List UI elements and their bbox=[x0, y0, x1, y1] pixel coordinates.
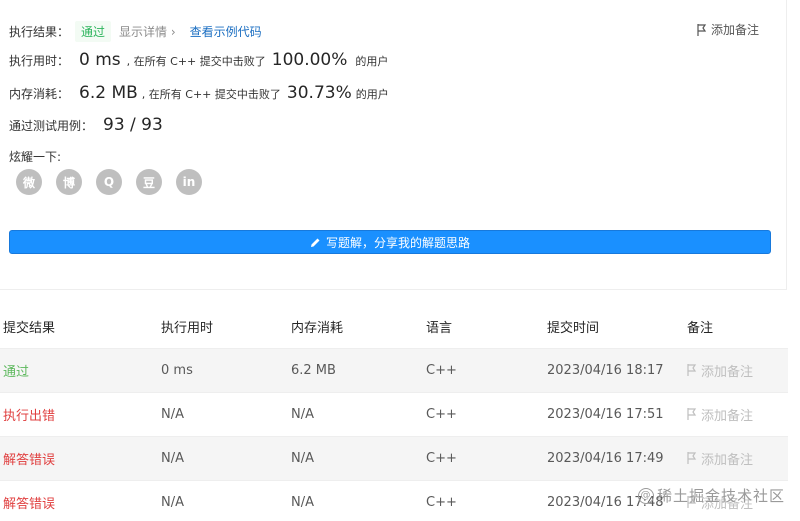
flag-icon bbox=[687, 452, 697, 464]
write-solution-label: 写题解，分享我的解题思路 bbox=[325, 235, 470, 250]
douban-icon[interactable]: 豆 bbox=[136, 169, 162, 195]
row-memory: N/A bbox=[288, 479, 423, 521]
wechat-icon[interactable]: 微 bbox=[16, 169, 42, 195]
add-note-label: 添加备注 bbox=[710, 23, 759, 37]
write-solution-button[interactable]: 写题解，分享我的解题思路 bbox=[9, 230, 771, 254]
row-runtime: N/A bbox=[158, 391, 288, 436]
row-submit-time: 2023/04/16 17:51 bbox=[544, 391, 684, 436]
row-runtime: N/A bbox=[158, 435, 288, 480]
row-submit-time: 2023/04/16 17:49 bbox=[544, 435, 684, 480]
flag-icon bbox=[687, 408, 697, 420]
runtime-label: 执行用时： bbox=[9, 54, 70, 68]
row-runtime: N/A bbox=[158, 479, 288, 521]
memory-label: 内存消耗： bbox=[9, 87, 70, 101]
row-add-note-button[interactable]: 添加备注 bbox=[687, 349, 788, 392]
share-label: 炫耀一下: bbox=[9, 150, 62, 164]
row-status[interactable]: 解答错误 bbox=[0, 479, 158, 521]
runtime-suffix: 的用户 bbox=[355, 55, 389, 68]
table-row[interactable]: 执行出错 N/A N/A C++ 2023/04/16 17:51 添加备注 bbox=[0, 391, 788, 436]
submission-summary-card: 执行结果： 通过 显示详情 › 查看示例代码 添加备注 执行用时： 0 ms ,… bbox=[0, 0, 787, 290]
memory-suffix: 的用户 bbox=[355, 88, 389, 101]
runtime-percent: 100.00% bbox=[271, 50, 348, 70]
testcases-value: 93 / 93 bbox=[103, 115, 163, 135]
linkedin-icon[interactable]: in bbox=[176, 169, 202, 195]
pencil-icon bbox=[310, 238, 320, 247]
add-note-button[interactable]: 添加备注 bbox=[697, 21, 759, 38]
row-add-note-label: 添加备注 bbox=[701, 452, 754, 468]
row-add-note-label: 添加备注 bbox=[701, 408, 754, 424]
memory-value: 6.2 MB bbox=[79, 83, 138, 103]
row-language: C++ bbox=[423, 479, 544, 521]
juejin-logo-icon: @ bbox=[637, 487, 654, 504]
header-memory: 内存消耗 bbox=[291, 320, 344, 336]
testcases-row: 通过测试用例： 93 / 93 bbox=[9, 115, 163, 135]
memory-text: , 在所有 C++ 提交中击败了 bbox=[141, 88, 281, 101]
row-add-note-button[interactable]: 添加备注 bbox=[687, 393, 788, 436]
flag-icon bbox=[687, 364, 697, 376]
row-add-note-label: 添加备注 bbox=[701, 364, 754, 380]
row-status[interactable]: 解答错误 bbox=[0, 435, 158, 480]
row-note-cell: 添加备注 bbox=[684, 347, 788, 392]
row-language: C++ bbox=[423, 391, 544, 436]
watermark: @ 稀土掘金技术社区 bbox=[637, 485, 785, 506]
testcases-label: 通过测试用例： bbox=[9, 119, 94, 133]
table-row[interactable]: 通过 0 ms 6.2 MB C++ 2023/04/16 18:17 添加备注 bbox=[0, 347, 788, 392]
row-memory: 6.2 MB bbox=[288, 347, 423, 392]
row-submit-time: 2023/04/16 18:17 bbox=[544, 347, 684, 392]
show-details-link[interactable]: 显示详情 › bbox=[119, 23, 176, 40]
weibo-icon[interactable]: 博 bbox=[56, 169, 82, 195]
row-memory: N/A bbox=[288, 391, 423, 436]
header-language: 语言 bbox=[426, 320, 453, 336]
header-status: 提交结果 bbox=[3, 320, 56, 336]
result-pass-badge: 通过 bbox=[75, 21, 112, 42]
row-note-cell: 添加备注 bbox=[684, 435, 788, 480]
runtime-text: , 在所有 C++ 提交中击败了 bbox=[126, 55, 266, 68]
runtime-value: 0 ms bbox=[79, 50, 121, 70]
header-note: 备注 bbox=[687, 320, 714, 336]
header-runtime: 执行用时 bbox=[161, 320, 214, 336]
table-header-row: 提交结果 执行用时 内存消耗 语言 提交时间 备注 bbox=[0, 305, 788, 348]
header-submit-time: 提交时间 bbox=[547, 320, 600, 336]
row-runtime: 0 ms bbox=[158, 347, 288, 392]
row-status[interactable]: 通过 bbox=[0, 347, 158, 392]
watermark-text: 稀土掘金技术社区 bbox=[656, 487, 785, 505]
qq-icon[interactable]: Q bbox=[96, 169, 122, 195]
row-note-cell: 添加备注 bbox=[684, 391, 788, 436]
row-memory: N/A bbox=[288, 435, 423, 480]
flag-icon bbox=[697, 23, 707, 36]
memory-row: 内存消耗： 6.2 MB , 在所有 C++ 提交中击败了 30.73% 的用户 bbox=[9, 83, 389, 103]
row-add-note-button[interactable]: 添加备注 bbox=[687, 437, 788, 480]
social-share-icons: 微 博 Q 豆 in bbox=[16, 169, 202, 195]
table-row[interactable]: 解答错误 N/A N/A C++ 2023/04/16 17:49 添加备注 bbox=[0, 435, 788, 480]
row-language: C++ bbox=[423, 347, 544, 392]
runtime-row: 执行用时： 0 ms , 在所有 C++ 提交中击败了 100.00% 的用户 bbox=[9, 50, 388, 70]
share-row: 炫耀一下: bbox=[9, 148, 61, 165]
row-status[interactable]: 执行出错 bbox=[0, 391, 158, 436]
memory-percent: 30.73% bbox=[286, 83, 352, 103]
row-language: C++ bbox=[423, 435, 544, 480]
result-label: 执行结果： bbox=[9, 25, 70, 39]
result-row: 执行结果： 通过 显示详情 › 查看示例代码 bbox=[9, 21, 262, 42]
view-sample-code-link[interactable]: 查看示例代码 bbox=[190, 23, 262, 40]
